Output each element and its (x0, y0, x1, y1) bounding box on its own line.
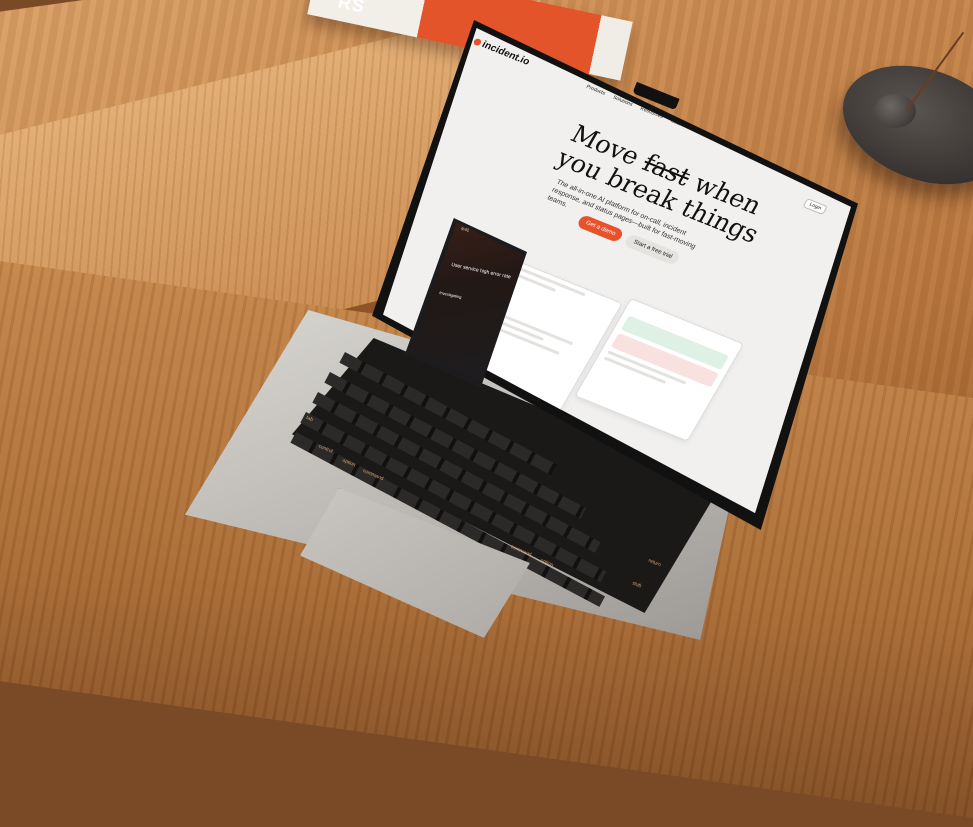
incense-holder (874, 94, 916, 128)
desk-scene: RS tab control option command command op… (0, 0, 973, 827)
login-button[interactable]: Login (802, 198, 829, 216)
login-container: Login (802, 192, 832, 216)
